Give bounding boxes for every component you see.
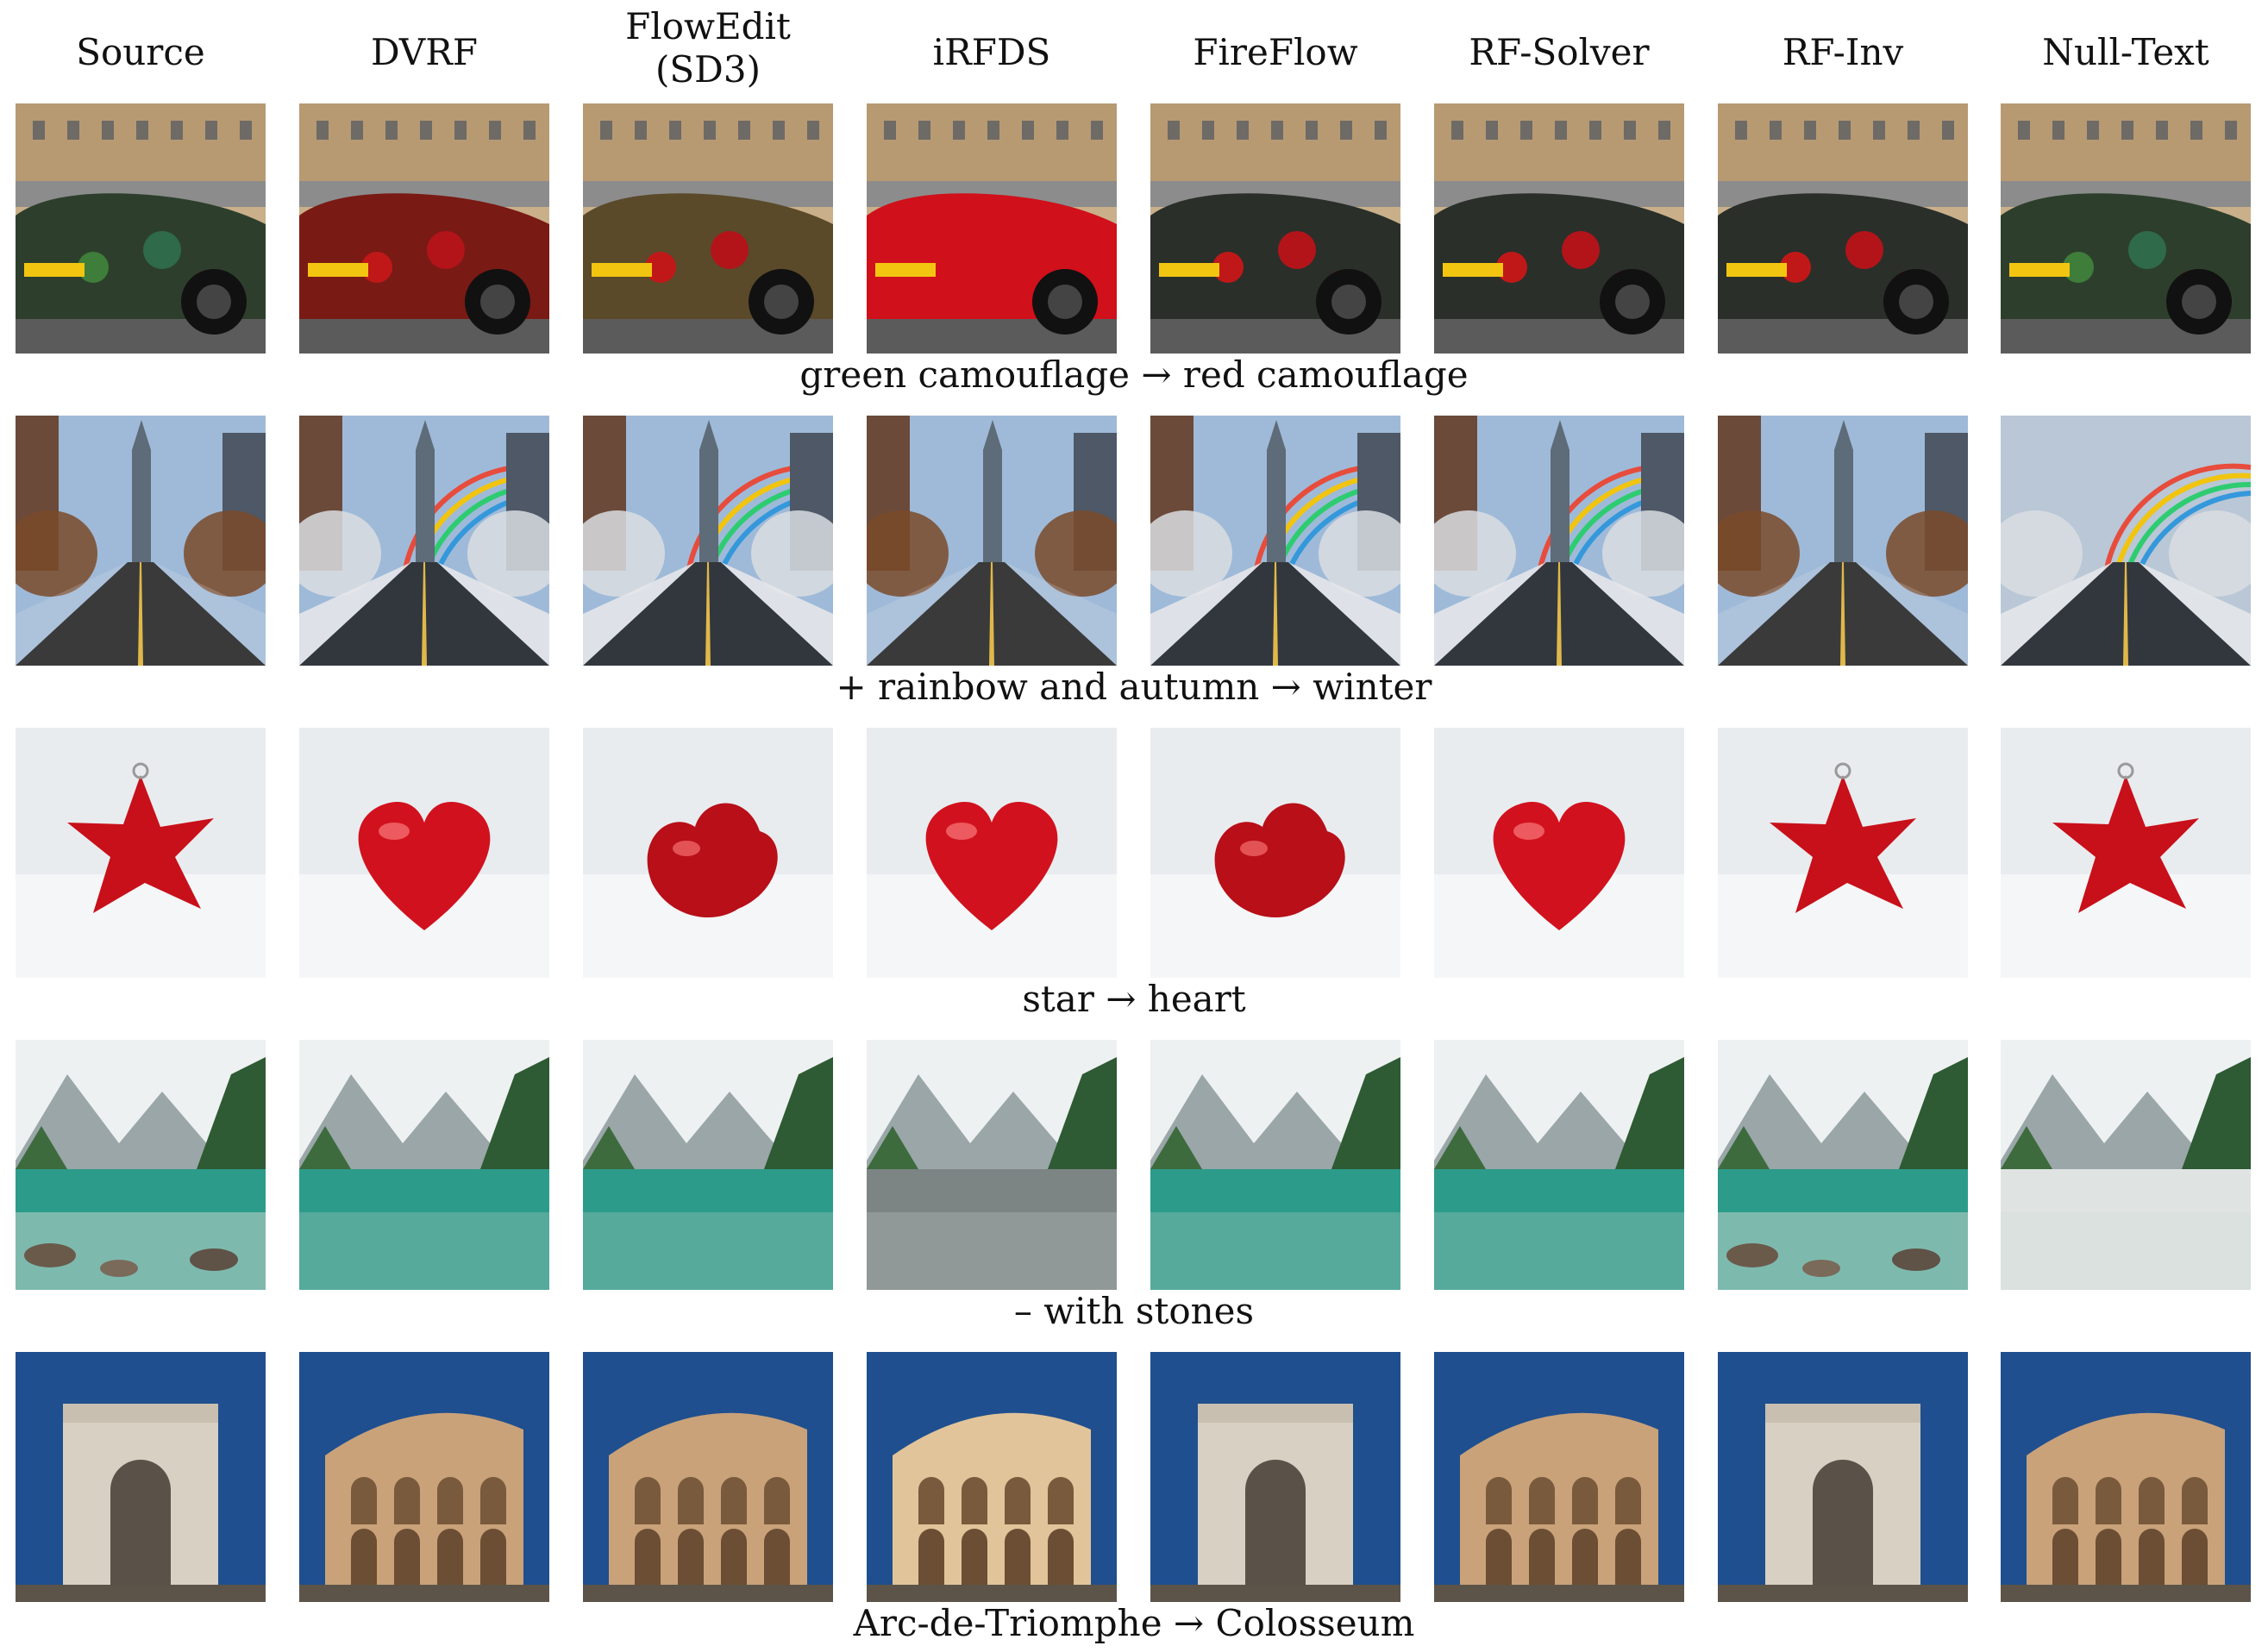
result-image xyxy=(583,103,833,354)
column-header: FlowEdit (SD3) xyxy=(625,5,791,91)
column-header: RF-Solver xyxy=(1469,31,1650,73)
result-image xyxy=(299,1040,549,1290)
result-image xyxy=(2001,1040,2251,1290)
column-header: RF-Inv xyxy=(1782,31,1904,73)
result-image xyxy=(299,416,549,666)
result-image xyxy=(1434,103,1684,354)
result-image xyxy=(299,728,549,978)
result-image xyxy=(583,1040,833,1290)
column-header: FireFlow xyxy=(1193,31,1358,73)
result-image xyxy=(2001,728,2251,978)
column-header: Null-Text xyxy=(2042,31,2209,73)
result-image xyxy=(1150,103,1400,354)
result-image xyxy=(2001,103,2251,354)
result-image xyxy=(867,1352,1117,1602)
edit-caption: Arc-de-Triomphe → Colosseum xyxy=(853,1602,1415,1644)
result-image xyxy=(16,103,266,354)
result-image xyxy=(867,416,1117,666)
edit-caption: + rainbow and autumn → winter xyxy=(836,666,1432,708)
column-header: DVRF xyxy=(370,31,479,73)
result-image xyxy=(1718,728,1968,978)
result-image xyxy=(1718,1040,1968,1290)
result-image xyxy=(1434,416,1684,666)
result-image xyxy=(1434,1352,1684,1602)
result-image xyxy=(299,1352,549,1602)
column-header: Source xyxy=(76,31,205,73)
column-header: iRFDS xyxy=(932,31,1051,73)
edit-caption: star → heart xyxy=(1022,978,1246,1020)
result-image xyxy=(583,728,833,978)
result-image xyxy=(1150,728,1400,978)
edit-caption: green camouflage → red camouflage xyxy=(799,354,1469,396)
result-image xyxy=(867,103,1117,354)
edit-caption: – with stones xyxy=(1013,1290,1255,1332)
result-image xyxy=(1150,1352,1400,1602)
result-image xyxy=(1718,103,1968,354)
result-image xyxy=(1718,1352,1968,1602)
result-image xyxy=(2001,416,2251,666)
result-image xyxy=(583,1352,833,1602)
result-image xyxy=(867,728,1117,978)
result-image xyxy=(16,1352,266,1602)
result-image xyxy=(299,103,549,354)
result-image xyxy=(1434,728,1684,978)
result-image xyxy=(1718,416,1968,666)
result-image xyxy=(16,728,266,978)
result-image xyxy=(1150,1040,1400,1290)
result-image xyxy=(583,416,833,666)
result-image xyxy=(867,1040,1117,1290)
result-image xyxy=(1150,416,1400,666)
result-image xyxy=(2001,1352,2251,1602)
result-image xyxy=(1434,1040,1684,1290)
result-image xyxy=(16,416,266,666)
result-image xyxy=(16,1040,266,1290)
